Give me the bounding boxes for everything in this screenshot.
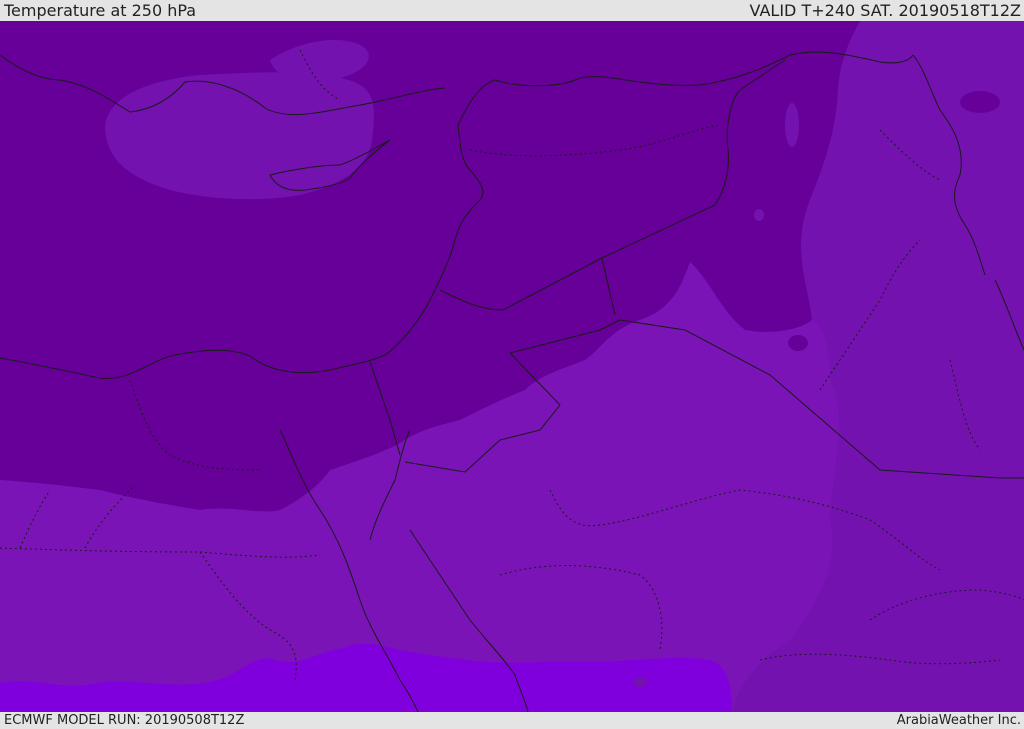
cold-blob-small-3 — [785, 103, 799, 147]
credit-label: ArabiaWeather Inc. — [896, 713, 1021, 728]
map-title: Temperature at 250 hPa — [4, 1, 197, 20]
weather-map-page: { "header": { "title": "Temperature at 2… — [0, 0, 1024, 729]
warm-blob-small-1 — [633, 677, 647, 687]
cold-blob-ne — [960, 91, 1000, 113]
map-header: Temperature at 250 hPa VALID T+240 SAT. … — [0, 0, 1024, 21]
cold-blob-small-1 — [788, 335, 808, 351]
valid-time-label: VALID T+240 SAT. 20190518T12Z — [749, 1, 1021, 20]
cold-blob-small-2 — [754, 209, 764, 221]
model-run-label: ECMWF MODEL RUN: 20190508T12Z — [4, 713, 245, 728]
temperature-map — [0, 21, 1024, 712]
map-footer: ECMWF MODEL RUN: 20190508T12Z ArabiaWeat… — [0, 712, 1024, 729]
